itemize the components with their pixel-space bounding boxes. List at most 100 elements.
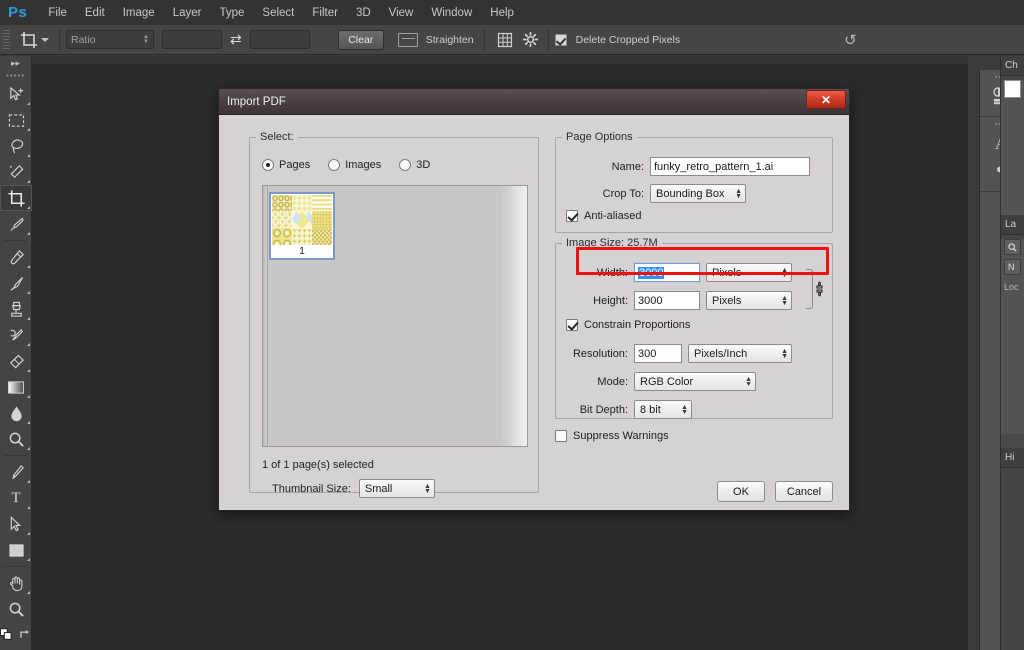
constrain-proportions-row[interactable]: Constrain Proportions — [566, 319, 690, 331]
clone-stamp-tool[interactable] — [0, 296, 32, 322]
menu-window[interactable]: Window — [422, 4, 481, 22]
radio-images[interactable]: Images — [328, 159, 381, 171]
radio-3d-label: 3D — [416, 159, 430, 171]
close-icon[interactable]: ✕ — [806, 90, 846, 109]
hand-tool[interactable] — [0, 570, 32, 596]
crop-tool[interactable] — [0, 185, 32, 211]
photoshop-window: Ps File Edit Image Layer Type Select Fil… — [0, 0, 1024, 650]
ok-button[interactable]: OK — [717, 481, 765, 502]
menu-layer[interactable]: Layer — [164, 4, 211, 22]
channels-panel-tab[interactable]: Ch — [1001, 56, 1024, 76]
tool-preset-chevron-icon[interactable] — [41, 38, 49, 42]
menu-view[interactable]: View — [380, 4, 423, 22]
chain-link-icon[interactable] — [814, 281, 825, 300]
rectangular-marquee-tool[interactable] — [0, 107, 32, 133]
spot-healing-brush-tool[interactable] — [0, 244, 32, 270]
toolbar-divider-2 — [4, 455, 27, 456]
tool-flyout-indicator-icon — [27, 591, 30, 594]
straighten-label[interactable]: Straighten — [422, 34, 478, 46]
anti-aliased-checkbox[interactable] — [566, 210, 578, 222]
crop-ratio-select[interactable]: Ratio ▲▼ — [66, 30, 154, 49]
page-list-scrollbar[interactable] — [263, 186, 268, 446]
crop-height-input[interactable] — [250, 30, 310, 49]
cancel-button[interactable]: Cancel — [775, 481, 833, 502]
menu-image[interactable]: Image — [114, 4, 164, 22]
eyedropper-tool[interactable] — [0, 211, 32, 237]
menu-help[interactable]: Help — [481, 4, 523, 22]
name-input[interactable]: funky_retro_pattern_1.ai — [650, 157, 810, 176]
tool-flyout-indicator-icon — [27, 532, 30, 535]
dodge-tool[interactable] — [0, 426, 32, 452]
mode-select[interactable]: RGB Color ▲▼ — [634, 372, 756, 391]
toolbar-grip[interactable]: ▪▪▪▪▪ — [0, 69, 31, 81]
resolution-input[interactable]: 300 — [634, 344, 682, 363]
history-panel-tab[interactable]: Hi — [1001, 448, 1024, 468]
crop-to-select[interactable]: Bounding Box ▲▼ — [650, 184, 746, 203]
grid-overlay-icon[interactable] — [497, 32, 513, 48]
path-selection-tool[interactable] — [0, 511, 32, 537]
layer-filter-search-button[interactable] — [1004, 239, 1021, 255]
pen-tool[interactable] — [0, 459, 32, 485]
menu-filter[interactable]: Filter — [303, 4, 347, 22]
options-bar-grip[interactable] — [2, 29, 11, 51]
radio-pages[interactable]: Pages — [262, 159, 310, 171]
constrain-proportions-checkbox[interactable] — [566, 319, 578, 331]
suppress-warnings-checkbox[interactable] — [555, 430, 567, 442]
menu-edit[interactable]: Edit — [76, 4, 114, 22]
radio-3d[interactable]: 3D — [399, 159, 430, 171]
radio-3d-indicator — [399, 159, 411, 171]
page-thumbnail-list[interactable]: 1 — [262, 185, 528, 447]
mode-value: RGB Color — [640, 376, 693, 388]
page-thumbnail-number: 1 — [272, 245, 332, 259]
layer-blend-mode-select[interactable]: N — [1004, 259, 1021, 275]
layers-panel-tab[interactable]: La — [1001, 215, 1024, 235]
rectangle-shape-tool[interactable] — [0, 537, 32, 563]
height-unit-select[interactable]: Pixels ▲▼ — [706, 291, 792, 310]
width-input[interactable]: 3000 — [634, 263, 700, 282]
type-tool[interactable]: T — [0, 485, 32, 511]
layers-panel-footer[interactable] — [1001, 434, 1024, 448]
link-bracket — [806, 269, 813, 309]
brush-tool[interactable] — [0, 270, 32, 296]
tool-flyout-indicator-icon — [27, 128, 30, 131]
swap-dimensions-icon[interactable]: ⇄ — [222, 31, 250, 48]
chevron-updown-icon: ▲▼ — [143, 35, 149, 45]
quick-selection-tool[interactable] — [0, 159, 32, 185]
height-input[interactable]: 3000 — [634, 291, 700, 310]
crop-width-input[interactable] — [162, 30, 222, 49]
height-unit-value: Pixels — [712, 295, 741, 307]
resolution-unit-select[interactable]: Pixels/Inch ▲▼ — [688, 344, 792, 363]
swap-colors-icon[interactable] — [19, 629, 32, 640]
lasso-tool[interactable] — [0, 133, 32, 159]
move-tool[interactable] — [0, 81, 32, 107]
bit-depth-select[interactable]: 8 bit ▲▼ — [634, 400, 692, 419]
eraser-tool[interactable] — [0, 348, 32, 374]
history-brush-tool[interactable] — [0, 322, 32, 348]
menu-type[interactable]: Type — [210, 4, 253, 22]
menu-file[interactable]: File — [39, 4, 76, 22]
blur-tool[interactable] — [0, 400, 32, 426]
suppress-warnings-row[interactable]: Suppress Warnings — [555, 430, 669, 442]
thumbnail-size-select[interactable]: Small ▲▼ — [359, 479, 435, 498]
channel-thumbnail[interactable] — [1004, 80, 1021, 98]
tool-flyout-indicator-icon — [27, 506, 30, 509]
clear-button[interactable]: Clear — [338, 30, 384, 50]
page-thumbnail-1[interactable]: 1 — [269, 192, 335, 260]
reset-arrow-icon[interactable]: ↺ — [844, 31, 857, 49]
delete-cropped-pixels-checkbox[interactable] — [555, 34, 567, 46]
default-colors-icon[interactable] — [0, 628, 13, 641]
gear-icon[interactable] — [523, 32, 538, 47]
tool-preset-picker[interactable] — [15, 30, 53, 50]
menu-select[interactable]: Select — [253, 4, 303, 22]
anti-aliased-row[interactable]: Anti-aliased — [566, 210, 641, 222]
dialog-title-bar[interactable]: Import PDF ✕ — [219, 89, 849, 115]
gradient-tool[interactable] — [0, 374, 32, 400]
width-unit-select[interactable]: Pixels ▲▼ — [706, 263, 792, 282]
straighten-icon[interactable] — [398, 33, 418, 47]
tool-flyout-indicator-icon — [27, 395, 30, 398]
delete-cropped-pixels-label[interactable]: Delete Cropped Pixels — [572, 34, 684, 46]
zoom-tool[interactable] — [0, 596, 32, 622]
menu-3d[interactable]: 3D — [347, 4, 380, 22]
toolbar-collapse-button[interactable]: ▸▸ — [0, 56, 31, 69]
name-label: Name: — [566, 161, 644, 173]
